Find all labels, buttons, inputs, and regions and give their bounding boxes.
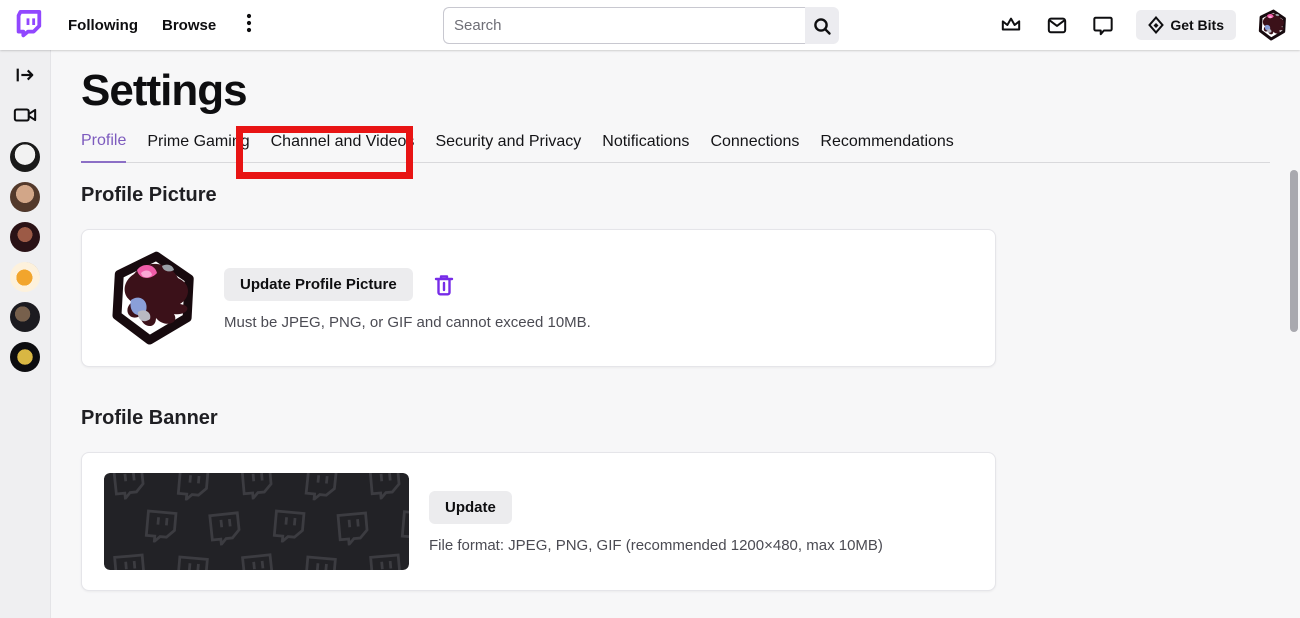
get-bits-label: Get Bits [1170, 17, 1224, 33]
trash-icon [433, 273, 455, 297]
settings-page: Settings Profile Prime Gaming Channel an… [51, 50, 1300, 618]
tab-prime-gaming[interactable]: Prime Gaming [147, 133, 249, 162]
user-avatar[interactable] [1256, 9, 1288, 41]
left-sidebar [0, 50, 51, 618]
followed-channel-avatar[interactable] [10, 142, 40, 172]
tab-recommendations[interactable]: Recommendations [820, 133, 953, 162]
profile-banner-helper-text: File format: JPEG, PNG, GIF (recommended… [429, 537, 883, 554]
video-camera-icon[interactable] [12, 102, 38, 128]
nav-link-browse[interactable]: Browse [162, 17, 216, 34]
followed-channel-avatar[interactable] [10, 182, 40, 212]
settings-tabs: Profile Prime Gaming Channel and Videos … [81, 132, 1270, 163]
tab-connections[interactable]: Connections [710, 133, 799, 162]
bits-icon [1148, 16, 1165, 34]
nav-link-following[interactable]: Following [68, 17, 138, 34]
followed-channel-avatar[interactable] [10, 262, 40, 292]
followed-channel-avatar[interactable] [10, 222, 40, 252]
update-banner-button[interactable]: Update [429, 491, 512, 524]
search-icon [812, 16, 832, 36]
top-navbar: Following Browse Search Get Bits [0, 0, 1300, 50]
collapse-sidebar-icon[interactable] [12, 62, 38, 88]
profile-banner-card: Update File format: JPEG, PNG, GIF (reco… [81, 452, 996, 591]
tab-notifications[interactable]: Notifications [602, 133, 689, 162]
search-button[interactable] [805, 7, 839, 44]
whisper-icon[interactable] [1090, 12, 1116, 38]
delete-profile-picture-button[interactable] [431, 271, 457, 299]
scrollbar-thumb[interactable] [1290, 170, 1298, 332]
update-profile-picture-button[interactable]: Update Profile Picture [224, 268, 413, 301]
followed-channel-avatar[interactable] [10, 342, 40, 372]
followed-channel-avatar[interactable] [10, 302, 40, 332]
inbox-icon[interactable] [1044, 12, 1070, 38]
profile-banner-heading: Profile Banner [81, 407, 218, 429]
tab-profile[interactable]: Profile [81, 132, 127, 163]
profile-picture-image[interactable] [104, 250, 200, 346]
profile-picture-card: Update Profile Picture Must be JPEG, PNG… [81, 229, 996, 367]
tab-security-and-privacy[interactable]: Security and Privacy [435, 133, 581, 162]
profile-picture-heading: Profile Picture [81, 184, 217, 206]
kebab-menu-icon[interactable] [240, 9, 258, 42]
profile-banner-image[interactable] [104, 465, 434, 591]
twitch-logo[interactable] [12, 8, 44, 42]
page-title: Settings [81, 66, 248, 115]
search-input[interactable] [443, 7, 805, 44]
profile-picture-helper-text: Must be JPEG, PNG, or GIF and cannot exc… [224, 314, 591, 331]
search-bar [443, 7, 839, 44]
tab-channel-and-videos[interactable]: Channel and Videos [271, 133, 415, 162]
crown-icon[interactable] [998, 12, 1024, 38]
get-bits-button[interactable]: Get Bits [1136, 10, 1236, 40]
